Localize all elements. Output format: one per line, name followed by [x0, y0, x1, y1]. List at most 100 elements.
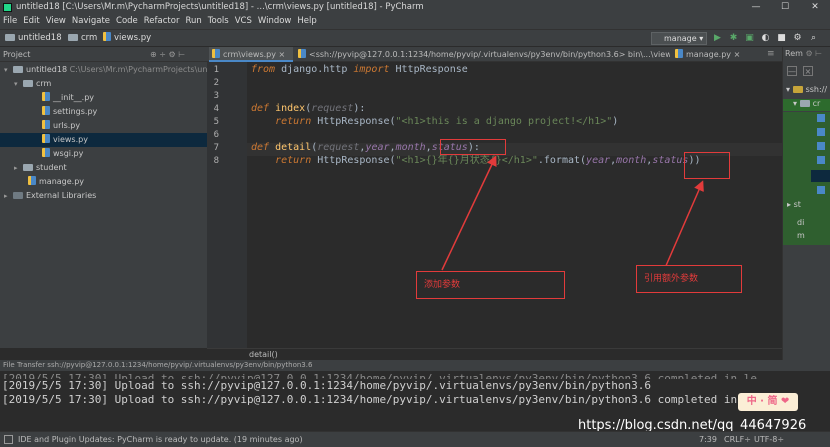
menu-window[interactable]: Window [255, 14, 295, 29]
line-number: 5 [213, 117, 219, 127]
menu-navigate[interactable]: Navigate [69, 14, 113, 29]
remote-panel-header[interactable]: Rem ⚙ ⊢ [785, 49, 822, 58]
remote-host-panel: Rem ⚙ ⊢ — × ▾ ssh:// ▾ cr ▸ st di m [782, 47, 830, 360]
annotation-reference-extra: 引用额外参数 [636, 265, 742, 293]
log-line-partial: [2019/5/5 17:30] Upload to ssh://pyvip@1… [2, 372, 757, 379]
collapse-icon[interactable]: — [787, 66, 797, 76]
close-icon[interactable]: × [803, 66, 813, 76]
tree-item-untitled18[interactable]: ▾ untitled18 C:\Users\Mr.m\PycharmProject… [0, 63, 207, 77]
line-number-gutter: 1 2 3 4 5 6 7 8 [207, 62, 247, 348]
log-line: [2019/5/5 17:30] Upload to ssh://pyvip@1… [2, 379, 652, 392]
breadcrumb-function[interactable]: detail() [249, 350, 278, 359]
project-header-tools: ⊕ ÷ ⚙ ⊢ [150, 50, 186, 59]
tree-item-external-libraries[interactable]: ▸ External Libraries [0, 189, 207, 203]
python-file-icon [675, 49, 683, 58]
breadcrumb-views[interactable]: views.py [103, 30, 151, 47]
menu-edit[interactable]: Edit [20, 14, 42, 29]
python-file-icon [817, 114, 825, 122]
tree-item-views[interactable]: views.py [0, 133, 207, 147]
profile-icon[interactable]: ◐ [760, 33, 771, 44]
server-icon [792, 86, 803, 93]
code-editor[interactable]: from django.http import HttpResponse def… [247, 62, 782, 348]
window-title-bar: untitled18 [C:\Users\Mr.m\PycharmProject… [0, 0, 830, 14]
library-icon [13, 192, 23, 199]
tree-item-urls[interactable]: urls.py [0, 119, 207, 133]
annotation-arrows [441, 155, 704, 271]
python-file-icon [817, 128, 825, 136]
ime-status-badge[interactable]: 中 · 简 ❤ [738, 393, 798, 411]
tool-window-toggle-icon[interactable] [4, 435, 13, 444]
tree-item-wsgi[interactable]: wsgi.py [0, 147, 207, 161]
menu-bar: File Edit View Navigate Code Refactor Run Tools… [0, 14, 830, 29]
tab-crm-views[interactable]: crm\views.py × [209, 47, 293, 62]
menu-file[interactable]: File [0, 14, 20, 29]
python-file-icon [817, 156, 825, 164]
selected-remote-file[interactable] [811, 170, 830, 182]
navigation-bar: untitled18 crm views.py manage ▾ ▶ ✱ ▣ ◐… [0, 29, 830, 47]
line-number: 1 [213, 65, 219, 75]
line-number: 2 [213, 78, 219, 88]
annotation-add-param: 添加参数 [416, 271, 565, 299]
folder-icon [68, 34, 78, 41]
tab-remote-views[interactable]: <ssh://pyvip@127.0.0.1:1234/home/pyvip/.… [295, 47, 670, 62]
python-file-icon [817, 142, 825, 150]
menu-run[interactable]: Run [182, 14, 204, 29]
close-tab-icon[interactable]: × [279, 50, 286, 59]
tab-overflow-icon[interactable]: ≡ [767, 49, 775, 59]
remote-tree-item[interactable]: ▾ cr [783, 99, 830, 111]
folder-icon [5, 34, 15, 41]
settings-icon[interactable]: ⚙ [792, 33, 803, 44]
tree-item-settings[interactable]: settings.py [0, 105, 207, 119]
search-icon[interactable]: ⌕ [808, 33, 819, 44]
log-line: [2019/5/5 17:30] Upload to ssh://pyvip@1… [2, 393, 757, 406]
folder-icon [799, 100, 810, 107]
file-transfer-header[interactable]: File Transfer ssh://pyvip@127.0.0.1:1234… [0, 360, 830, 371]
menu-help[interactable]: Help [294, 14, 319, 29]
menu-tools[interactable]: Tools [205, 14, 232, 29]
python-file-icon [212, 49, 220, 58]
tab-manage[interactable]: manage.py × [672, 47, 742, 62]
update-message[interactable]: IDE and Plugin Updates: PyCharm is ready… [18, 432, 303, 447]
remote-tree-root[interactable]: ▾ ssh:// [786, 85, 827, 94]
pycharm-logo-icon [3, 3, 12, 12]
python-file-icon [817, 186, 825, 194]
line-number: 4 [213, 104, 219, 114]
breadcrumb-project[interactable]: untitled18 [5, 30, 62, 47]
debug-icon[interactable]: ✱ [728, 33, 739, 44]
menu-refactor[interactable]: Refactor [141, 14, 183, 29]
tree-item-crm[interactable]: ▾ crm [0, 77, 207, 91]
python-file-icon [298, 49, 306, 58]
tree-item-manage[interactable]: manage.py [0, 175, 207, 189]
minimize-button[interactable]: — [742, 0, 770, 14]
maximize-button[interactable]: ☐ [771, 0, 799, 14]
python-file-icon [28, 176, 36, 185]
breadcrumb-crm[interactable]: crm [68, 30, 97, 47]
caret-position[interactable]: 7:39 [699, 432, 717, 447]
python-file-icon [103, 32, 111, 41]
tree-item-student[interactable]: ▸ student [0, 161, 207, 175]
line-number: 3 [213, 91, 219, 101]
menu-view[interactable]: View [43, 14, 69, 29]
close-window-button[interactable]: ✕ [801, 0, 829, 14]
remote-tree-student[interactable]: ▸ st [787, 200, 801, 209]
python-file-icon [42, 134, 50, 143]
arrow-to-status-param [441, 155, 497, 271]
menu-vcs[interactable]: VCS [232, 14, 255, 29]
coverage-icon[interactable]: ▣ [744, 33, 755, 44]
run-icon[interactable]: ▶ [712, 33, 723, 44]
stop-icon[interactable]: ■ [776, 33, 787, 44]
run-config-select[interactable]: manage ▾ [651, 32, 707, 45]
project-header-label[interactable]: Project [3, 50, 30, 59]
tree-item-init[interactable]: __init__.py [0, 91, 207, 105]
menu-code[interactable]: Code [113, 14, 141, 29]
close-tab-icon[interactable]: × [734, 50, 741, 59]
line-number: 6 [213, 130, 219, 140]
file-encoding[interactable]: UTF-8÷ [754, 432, 784, 447]
python-file-icon [42, 148, 50, 157]
line-separator[interactable]: CRLF÷ [724, 432, 751, 447]
folder-icon [23, 80, 33, 87]
folder-icon [13, 66, 23, 73]
python-file-icon [42, 120, 50, 129]
project-panel-header: Project ⊕ ÷ ⚙ ⊢ [0, 47, 207, 62]
status-bar: IDE and Plugin Updates: PyCharm is ready… [0, 431, 830, 447]
